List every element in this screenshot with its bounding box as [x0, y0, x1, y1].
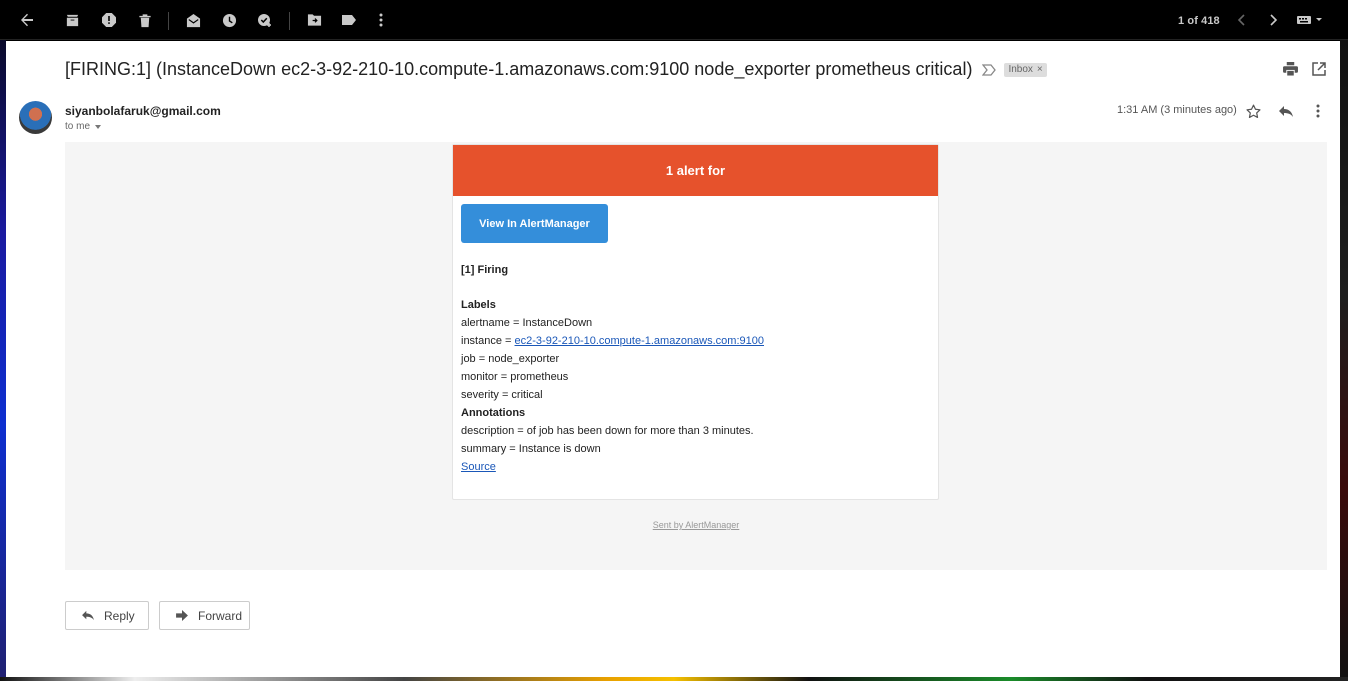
- more-vert-icon[interactable]: [371, 10, 391, 30]
- annotation-summary: summary = Instance is down: [461, 443, 601, 455]
- alert-header-text: 1 alert for: [665, 163, 726, 178]
- sent-by-alertmanager-link[interactable]: Sent by AlertManager: [65, 520, 1327, 530]
- sender-email[interactable]: siyanbolafaruk@gmail.com: [65, 104, 221, 118]
- message-panel: [FIRING:1] (InstanceDown ec2-3-92-210-10…: [6, 41, 1340, 677]
- sent-by-text: Sent by AlertManager: [652, 520, 740, 530]
- reply-arrow-icon: [80, 608, 96, 624]
- back-arrow-icon[interactable]: [17, 10, 37, 30]
- newer-chevron-icon[interactable]: [1264, 10, 1284, 30]
- chevron-down-icon[interactable]: [95, 124, 102, 129]
- add-to-tasks-icon[interactable]: [255, 10, 275, 30]
- report-spam-icon[interactable]: [99, 10, 119, 30]
- label-instance: instance = ec2-3-92-210-10.compute-1.ama…: [461, 332, 931, 350]
- desktop-background-right: [1340, 40, 1348, 681]
- label-alertname: alertname = InstanceDown: [461, 317, 593, 329]
- star-icon[interactable]: [1244, 102, 1262, 120]
- message-body: 1 alert for View In AlertManager [1] Fir…: [65, 142, 1327, 570]
- desktop-background-bottom: [0, 677, 1348, 681]
- message-timestamp: 1:31 AM (3 minutes ago): [1117, 104, 1237, 116]
- label-severity: severity = critical: [461, 389, 543, 401]
- forward-button[interactable]: Forward: [159, 601, 250, 630]
- move-to-icon[interactable]: [304, 10, 324, 30]
- recipient-label: to me: [65, 121, 91, 132]
- subject-row: [FIRING:1] (InstanceDown ec2-3-92-210-10…: [65, 59, 1047, 80]
- reply-button[interactable]: Reply: [65, 601, 149, 630]
- annotation-description: description = of job has been down for m…: [461, 425, 754, 437]
- message-count: 1 of 418: [1178, 15, 1220, 27]
- firing-status: [1] Firing: [461, 264, 509, 276]
- reply-button-label: Reply: [104, 608, 135, 623]
- annotations-heading: Annotations: [461, 407, 526, 419]
- labels-icon[interactable]: [339, 10, 359, 30]
- message-subject: [FIRING:1] (InstanceDown ec2-3-92-210-10…: [65, 59, 973, 79]
- reply-icon[interactable]: [1277, 102, 1295, 120]
- forward-arrow-icon: [174, 608, 190, 624]
- mail-toolbar: 1 of 418: [0, 0, 1348, 40]
- sender-avatar[interactable]: [19, 101, 52, 134]
- inbox-label-text: Inbox: [1008, 63, 1033, 75]
- alert-details: [1] Firing Labels alertname = InstanceDo…: [461, 261, 931, 476]
- remove-label-icon[interactable]: ×: [1037, 64, 1043, 75]
- print-icon[interactable]: [1281, 60, 1299, 78]
- alert-card: 1 alert for View In AlertManager [1] Fir…: [452, 144, 939, 500]
- instance-link[interactable]: ec2-3-92-210-10.compute-1.amazonaws.com:…: [515, 335, 764, 347]
- recipient-details[interactable]: to me: [65, 121, 102, 132]
- labels-heading: Labels: [461, 299, 496, 311]
- toolbar-divider: [289, 12, 290, 30]
- snooze-icon[interactable]: [219, 10, 239, 30]
- delete-icon[interactable]: [135, 10, 155, 30]
- source-link[interactable]: Source: [461, 461, 496, 473]
- label-job: job = node_exporter: [461, 353, 560, 365]
- open-in-new-window-icon[interactable]: [1310, 60, 1328, 78]
- archive-icon[interactable]: [62, 10, 82, 30]
- toolbar-divider: [168, 12, 169, 30]
- label-monitor: monitor = prometheus: [461, 371, 569, 383]
- importance-marker-icon[interactable]: [982, 63, 997, 77]
- label-instance-key: instance =: [461, 335, 515, 347]
- keyboard-icon[interactable]: [1295, 10, 1325, 30]
- view-in-alertmanager-button[interactable]: View In AlertManager: [461, 204, 608, 243]
- mark-unread-icon[interactable]: [183, 10, 203, 30]
- older-chevron-icon[interactable]: [1231, 10, 1251, 30]
- inbox-label-chip: Inbox ×: [1004, 62, 1047, 77]
- alert-header: 1 alert for: [453, 145, 938, 196]
- forward-button-label: Forward: [198, 608, 243, 623]
- more-options-icon[interactable]: [1309, 102, 1327, 120]
